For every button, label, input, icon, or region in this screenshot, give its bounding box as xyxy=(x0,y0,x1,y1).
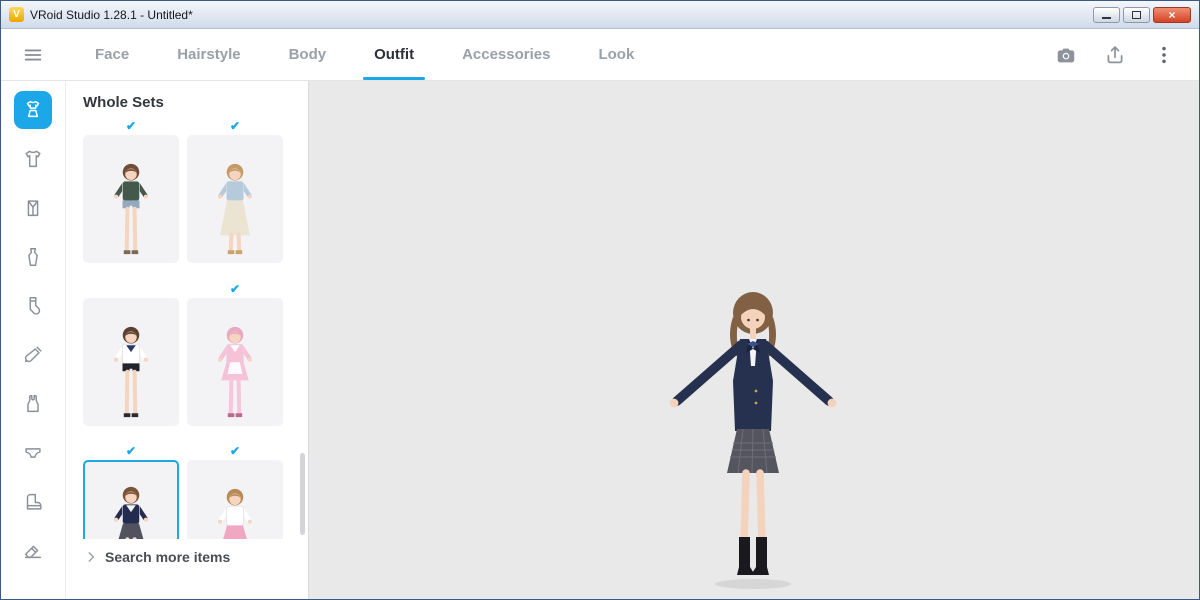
outfit-cell: ✔ xyxy=(187,282,283,435)
category-brush[interactable] xyxy=(14,336,52,374)
check-icon: ✔ xyxy=(83,119,179,135)
outfit-cell: ✔ xyxy=(187,119,283,272)
outfit-thumbnail-denim-jacket-cream-skirt[interactable] xyxy=(187,135,283,263)
viewport-3d[interactable] xyxy=(309,81,1199,599)
camera-icon[interactable] xyxy=(1055,44,1077,66)
items-panel: Whole Sets ✔ ✔ ✔ ✔ ✔ Search more items xyxy=(65,81,309,599)
outfit-grid: ✔ ✔ ✔ ✔ ✔ xyxy=(66,119,308,597)
tab-outfit[interactable]: Outfit xyxy=(350,29,438,80)
tab-accessories[interactable]: Accessories xyxy=(438,29,574,80)
eraser-icon xyxy=(22,540,44,562)
whole-sets-icon xyxy=(22,99,44,121)
check-icon: ✔ xyxy=(187,444,283,460)
socks-icon xyxy=(22,295,44,317)
check-icon: ✔ xyxy=(187,119,283,135)
outfit-category-rail xyxy=(1,81,65,599)
category-whole-sets[interactable] xyxy=(14,91,52,129)
panel-scrollbar[interactable] xyxy=(300,453,305,535)
minimize-button[interactable] xyxy=(1093,7,1120,23)
check-placeholder xyxy=(83,282,179,298)
tab-body[interactable]: Body xyxy=(265,29,351,80)
minimize-icon xyxy=(1102,17,1111,19)
window-title: VRoid Studio 1.28.1 - Untitled* xyxy=(30,8,193,22)
onepiece-icon xyxy=(22,246,44,268)
tab-face[interactable]: Face xyxy=(71,29,153,80)
toolbar-actions xyxy=(1055,29,1199,80)
app-logo-icon: V xyxy=(9,7,24,22)
menu-icon[interactable] xyxy=(1,29,65,80)
tab-look[interactable]: Look xyxy=(574,29,658,80)
tab-hairstyle[interactable]: Hairstyle xyxy=(153,29,264,80)
outfit-cell: ✔ xyxy=(83,119,179,272)
title-bar[interactable]: V VRoid Studio 1.28.1 - Untitled* × xyxy=(1,1,1199,29)
outfit-cell xyxy=(83,282,179,435)
check-icon: ✔ xyxy=(187,282,283,298)
kebab-menu-icon[interactable] xyxy=(1153,44,1175,66)
outfit-thumbnail-floral-shirt-denim-shorts[interactable] xyxy=(83,135,179,263)
category-underwear[interactable] xyxy=(14,434,52,472)
search-more-label: Search more items xyxy=(105,549,230,565)
export-icon[interactable] xyxy=(1104,44,1126,66)
outfit-thumbnail-pink-maid-dress[interactable] xyxy=(187,298,283,426)
top-toolbar: FaceHairstyleBodyOutfitAccessoriesLook xyxy=(1,29,1199,81)
category-shoes[interactable] xyxy=(14,483,52,521)
search-more-items[interactable]: Search more items xyxy=(66,539,308,599)
brush-icon xyxy=(22,344,44,366)
category-jacket[interactable] xyxy=(14,189,52,227)
category-tops[interactable] xyxy=(14,140,52,178)
shoes-icon xyxy=(22,491,44,513)
close-button[interactable]: × xyxy=(1153,7,1191,23)
check-icon: ✔ xyxy=(83,444,179,460)
chevron-right-icon xyxy=(84,550,98,564)
innerwear-icon xyxy=(22,393,44,415)
jacket-icon xyxy=(22,197,44,219)
panel-title: Whole Sets xyxy=(66,81,308,119)
window-controls: × xyxy=(1093,7,1191,23)
maximize-button[interactable] xyxy=(1123,7,1150,23)
maximize-icon xyxy=(1132,11,1141,19)
category-eraser[interactable] xyxy=(14,532,52,570)
tab-bar: FaceHairstyleBodyOutfitAccessoriesLook xyxy=(71,29,658,80)
vroid-studio-window: V VRoid Studio 1.28.1 - Untitled* × Face… xyxy=(0,0,1200,600)
main-area: Whole Sets ✔ ✔ ✔ ✔ ✔ Search more items xyxy=(1,81,1199,599)
category-innerwear[interactable] xyxy=(14,385,52,423)
category-onepiece[interactable] xyxy=(14,238,52,276)
tops-icon xyxy=(22,148,44,170)
outfit-thumbnail-sailor-top-black-shorts[interactable] xyxy=(83,298,179,426)
category-socks[interactable] xyxy=(14,287,52,325)
character-model[interactable] xyxy=(663,281,843,591)
underwear-icon xyxy=(22,442,44,464)
